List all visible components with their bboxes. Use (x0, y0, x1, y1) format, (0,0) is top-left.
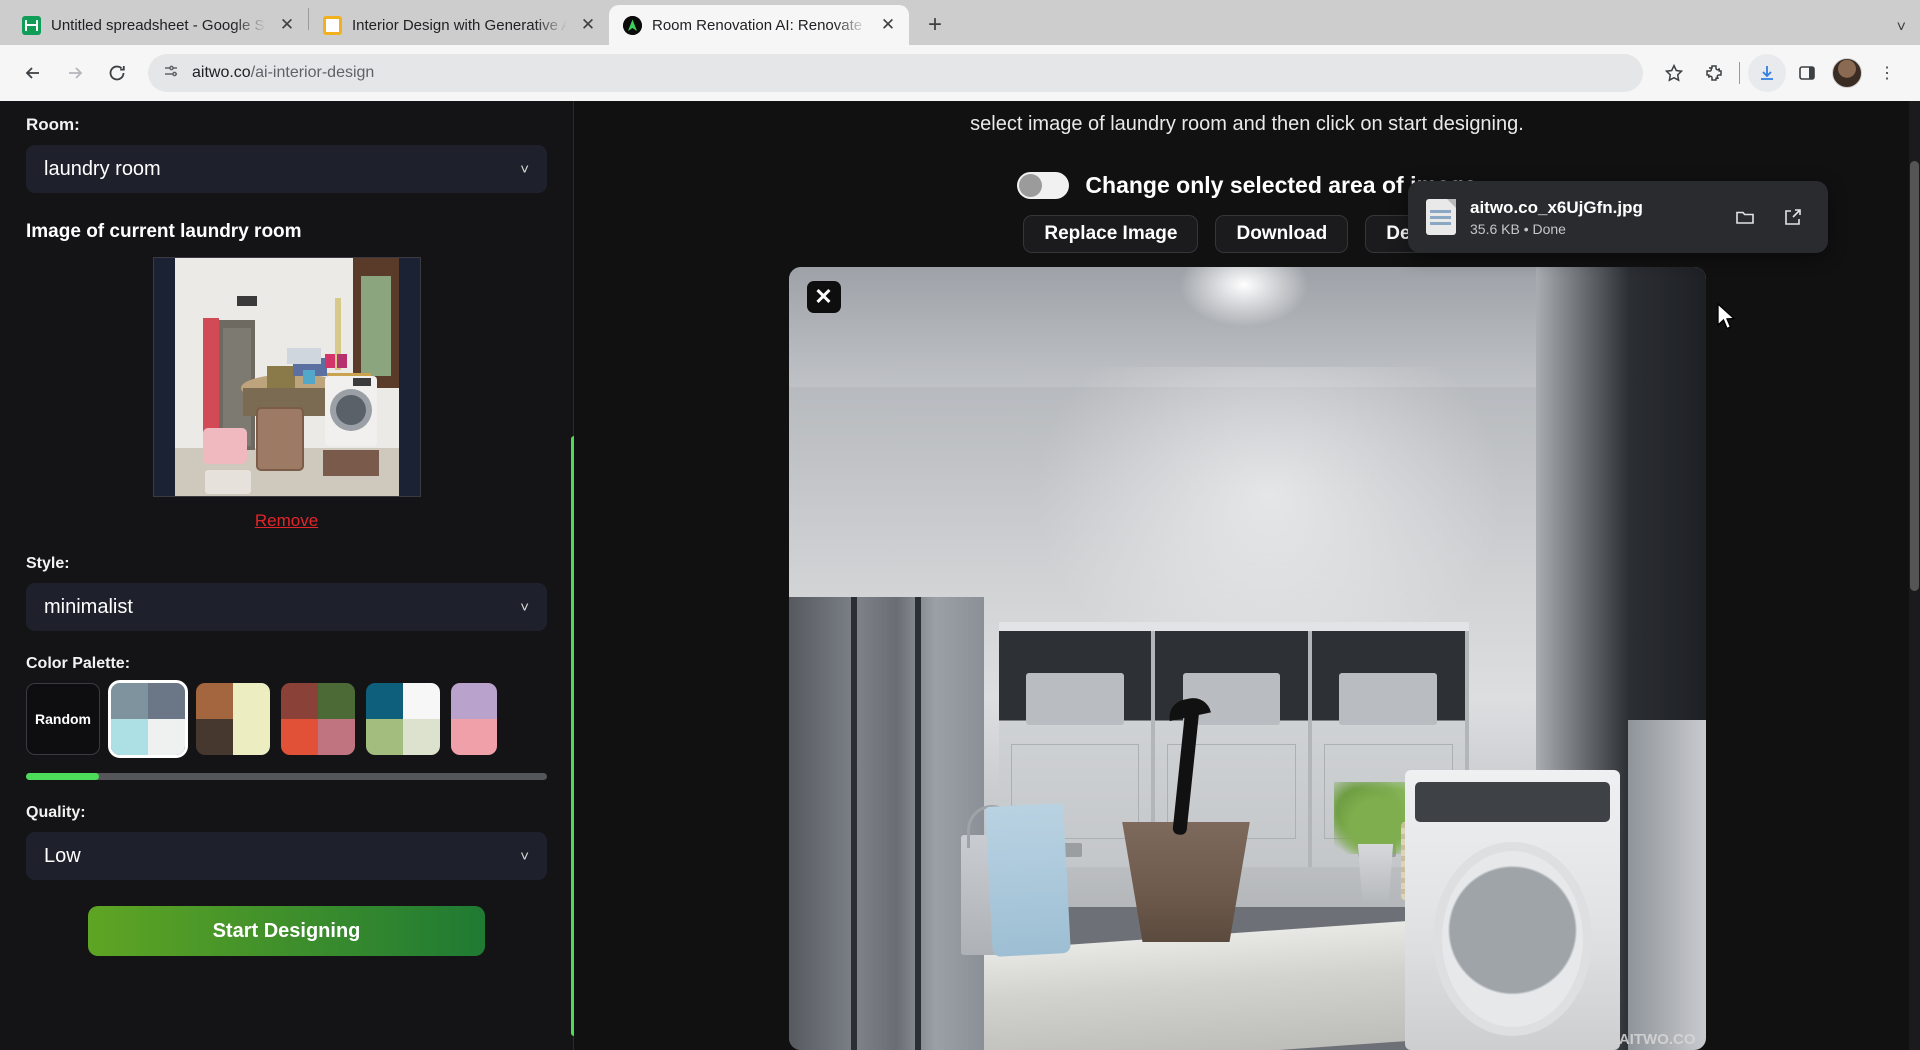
room-label: Room: (26, 115, 547, 135)
side-panel-icon[interactable] (1788, 54, 1826, 92)
palette-swatch-5[interactable] (451, 683, 497, 755)
palette-swatch-1[interactable] (111, 683, 185, 755)
extensions-puzzle-icon[interactable] (1695, 54, 1733, 92)
show-in-folder-icon[interactable] (1728, 200, 1762, 234)
style-label: Style: (26, 555, 547, 573)
design-options-sidebar: Room: laundry room ˅ Image of current la… (0, 101, 573, 1050)
color-palette-list: Random (26, 683, 547, 755)
new-tab-button[interactable]: + (919, 9, 951, 41)
download-info: aitwo.co_x6UjGfn.jpg 35.6 KB • Done (1470, 198, 1714, 237)
style-select[interactable]: minimalist ˅ (26, 583, 547, 631)
chevron-down-icon: ˅ (520, 848, 529, 865)
generated-laundry-room-image (789, 267, 1706, 1050)
style-select-value: minimalist (44, 596, 133, 619)
generic-page-icon (323, 16, 342, 35)
start-designing-button[interactable]: Start Designing (88, 906, 485, 956)
close-tab-icon[interactable]: ✕ (877, 14, 899, 36)
quality-label: Quality: (26, 804, 547, 822)
avatar[interactable] (1828, 54, 1866, 92)
browser-tab-title: Room Renovation AI: Renovate Your Room (652, 17, 867, 34)
palette-swatch-3[interactable] (281, 683, 355, 755)
current-room-thumbnail[interactable] (153, 257, 421, 497)
forward-button[interactable] (56, 54, 94, 92)
browser-tab-1[interactable]: Interior Design with Generative AI ✕ (309, 5, 609, 45)
jpg-file-icon (1426, 199, 1456, 235)
tab-strip: Untitled spreadsheet - Google Sheets ✕ I… (0, 0, 1920, 45)
palette-scrollbar[interactable] (26, 773, 547, 780)
download-file-name: aitwo.co_x6UjGfn.jpg (1470, 198, 1714, 218)
address-bar[interactable]: aitwo.co/ai-interior-design (148, 54, 1643, 92)
back-button[interactable] (14, 54, 52, 92)
close-tab-icon[interactable]: ✕ (276, 14, 298, 36)
watermark: AITWO.CO (1619, 1031, 1696, 1048)
quality-select-value: Low (44, 845, 81, 868)
main-hint-text: select image of laundry room and then cl… (970, 113, 1524, 136)
chevron-down-icon[interactable]: ˅ (1897, 19, 1906, 37)
url-path: /ai-interior-design (251, 64, 375, 81)
palette-scrollbar-thumb[interactable] (26, 773, 99, 780)
color-palette-label: Color Palette: (26, 655, 547, 673)
browser-toolbar: aitwo.co/ai-interior-design ⋮ (0, 45, 1920, 101)
open-in-new-icon[interactable] (1776, 200, 1810, 234)
replace-image-button[interactable]: Replace Image (1023, 215, 1198, 253)
change-selected-area-toggle[interactable] (1017, 172, 1069, 199)
action-buttons-row: Replace Image Download Design (1023, 215, 1470, 253)
site-settings-icon[interactable] (162, 62, 180, 85)
generated-image-preview[interactable]: ✕ (789, 267, 1706, 1050)
chevron-down-icon: ˅ (520, 161, 529, 178)
remove-image-link[interactable]: Remove (26, 511, 547, 531)
bookmark-star-icon[interactable] (1655, 54, 1693, 92)
toolbar-right-group: ⋮ (1655, 54, 1906, 92)
browser-tab-0[interactable]: Untitled spreadsheet - Google Sheets ✕ (8, 5, 308, 45)
download-button[interactable]: Download (1215, 215, 1348, 253)
close-tab-icon[interactable]: ✕ (577, 14, 599, 36)
close-icon[interactable]: ✕ (807, 281, 841, 313)
browser-window: Untitled spreadsheet - Google Sheets ✕ I… (0, 0, 1920, 1050)
tabstrip-right-group: ˅ (1897, 19, 1920, 45)
palette-random[interactable]: Random (26, 683, 100, 755)
browser-tab-title: Untitled spreadsheet - Google Sheets (51, 17, 266, 34)
room-select-value: laundry room (44, 158, 161, 181)
toggle-knob (1019, 174, 1042, 197)
downloads-icon[interactable] (1748, 54, 1786, 92)
thumbnail-image (175, 258, 399, 496)
aitwo-logo-icon (623, 16, 642, 35)
browser-menu-icon[interactable]: ⋮ (1868, 54, 1906, 92)
download-status: 35.6 KB • Done (1470, 221, 1714, 237)
reload-button[interactable] (98, 54, 136, 92)
chevron-down-icon: ˅ (520, 599, 529, 616)
quality-select[interactable]: Low ˅ (26, 832, 547, 880)
room-select[interactable]: laundry room ˅ (26, 145, 547, 193)
address-bar-text: aitwo.co/ai-interior-design (192, 64, 374, 82)
url-host: aitwo.co (192, 64, 251, 81)
palette-random-label: Random (35, 711, 91, 727)
browser-tab-2[interactable]: Room Renovation AI: Renovate Your Room ✕ (609, 5, 909, 45)
sheets-icon (22, 16, 41, 35)
download-bubble[interactable]: aitwo.co_x6UjGfn.jpg 35.6 KB • Done (1408, 181, 1828, 253)
page-scrollbar-thumb[interactable] (1910, 161, 1919, 591)
page-content: Room: laundry room ˅ Image of current la… (0, 101, 1920, 1050)
page-scrollbar[interactable] (1909, 101, 1920, 1050)
current-image-heading: Image of current laundry room (26, 221, 547, 243)
palette-swatch-4[interactable] (366, 683, 440, 755)
palette-swatch-2[interactable] (196, 683, 270, 755)
browser-tab-title: Interior Design with Generative AI (352, 17, 567, 34)
